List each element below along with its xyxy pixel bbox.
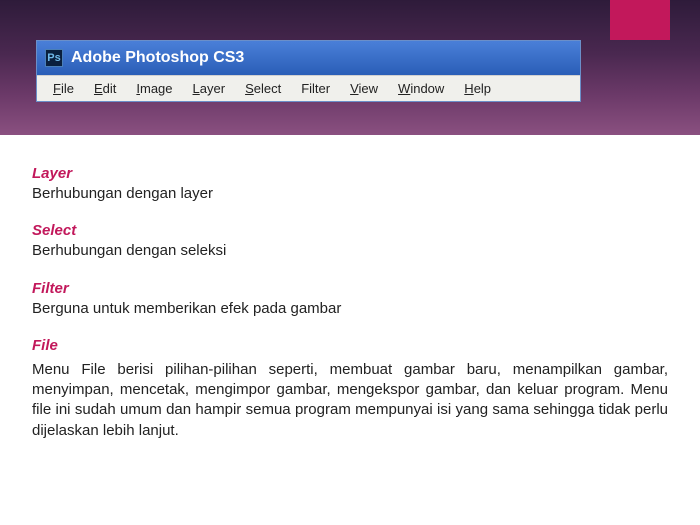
titlebar: Ps Adobe Photoshop CS3 xyxy=(37,41,580,75)
section-title-select: Select xyxy=(32,222,668,239)
section-layer: Layer Berhubungan dengan layer xyxy=(32,165,668,204)
menu-filter[interactable]: Filter xyxy=(291,79,340,98)
menu-select[interactable]: Select xyxy=(235,79,291,98)
photoshop-icon: Ps xyxy=(45,49,63,67)
section-title-filter: Filter xyxy=(32,280,668,297)
app-title: Adobe Photoshop CS3 xyxy=(71,49,244,67)
section-filter: Filter Berguna untuk memberikan efek pad… xyxy=(32,280,668,319)
slide-header-banner: Ps Adobe Photoshop CS3 File Edit Image L… xyxy=(0,0,700,135)
photoshop-window: Ps Adobe Photoshop CS3 File Edit Image L… xyxy=(36,40,581,102)
section-title-file: File xyxy=(32,337,668,354)
slide-content: Layer Berhubungan dengan layer Select Be… xyxy=(0,135,700,441)
menu-help[interactable]: Help xyxy=(454,79,501,98)
menu-window[interactable]: Window xyxy=(388,79,454,98)
menu-layer[interactable]: Layer xyxy=(183,79,236,98)
menu-image[interactable]: Image xyxy=(126,79,182,98)
section-select: Select Berhubungan dengan seleksi xyxy=(32,222,668,261)
menu-view[interactable]: View xyxy=(340,79,388,98)
section-desc-select: Berhubungan dengan seleksi xyxy=(32,241,668,261)
menu-file[interactable]: File xyxy=(43,79,84,98)
section-desc-filter: Berguna untuk memberikan efek pada gamba… xyxy=(32,299,668,319)
section-desc-file: Menu File berisi pilihan-pilihan seperti… xyxy=(32,360,668,441)
section-title-layer: Layer xyxy=(32,165,668,182)
menu-edit[interactable]: Edit xyxy=(84,79,126,98)
section-file: File Menu File berisi pilihan-pilihan se… xyxy=(32,337,668,441)
accent-box xyxy=(610,0,670,40)
section-desc-layer: Berhubungan dengan layer xyxy=(32,184,668,204)
menubar: File Edit Image Layer Select Filter View… xyxy=(37,75,580,101)
